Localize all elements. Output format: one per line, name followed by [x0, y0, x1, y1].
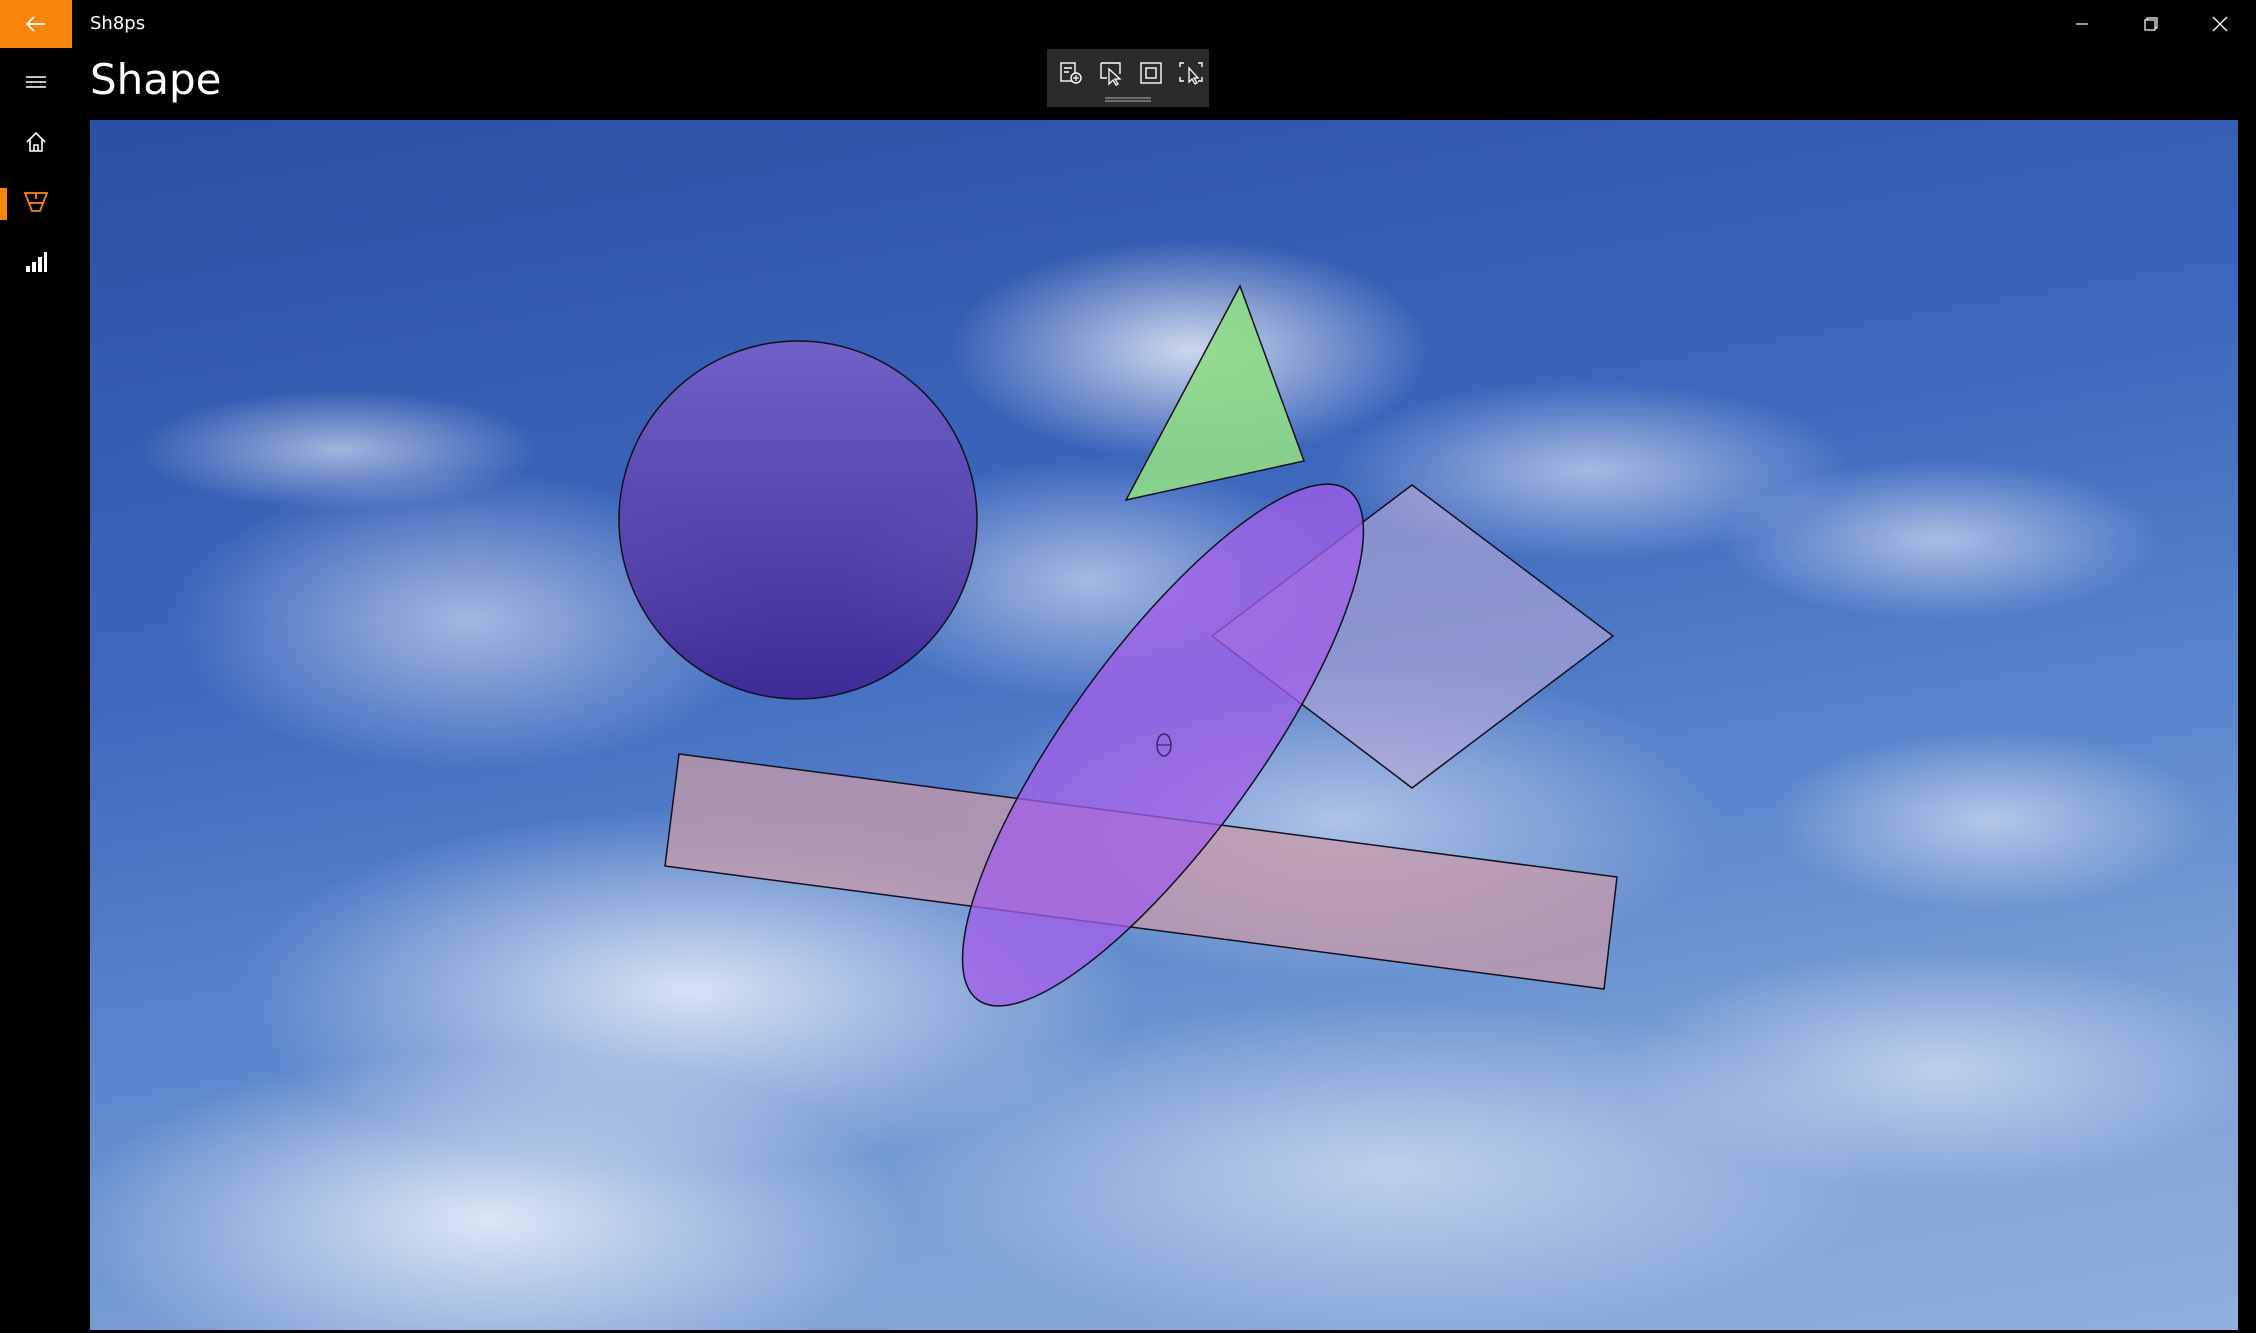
active-indicator — [0, 188, 7, 220]
title-bar: Sh8ps — [0, 0, 2256, 48]
restore-button[interactable] — [2116, 0, 2185, 48]
drawing-canvas[interactable] — [90, 120, 2238, 1330]
nav-item-stats[interactable] — [0, 232, 72, 292]
shapes-icon — [23, 192, 49, 212]
shape-toolbar — [1047, 49, 1209, 107]
nav-item-shapes[interactable] — [0, 172, 72, 232]
restore-icon — [2143, 17, 2158, 31]
close-button[interactable] — [2185, 0, 2254, 48]
select-tool-button[interactable] — [1093, 55, 1129, 91]
multi-select-icon — [1179, 62, 1203, 85]
circle-shape[interactable] — [618, 340, 978, 700]
page-title: Shape — [90, 55, 222, 104]
canvas-svg — [90, 240, 2238, 1330]
back-button[interactable] — [0, 0, 72, 48]
frame-tool-button[interactable] — [1133, 55, 1169, 91]
square-frame-icon — [1140, 62, 1162, 84]
hamburger-menu-button[interactable] — [0, 52, 72, 112]
minimize-icon — [2075, 23, 2088, 25]
add-shape-button[interactable] — [1053, 55, 1089, 91]
hamburger-icon — [26, 76, 46, 88]
multi-select-button[interactable] — [1173, 55, 1209, 91]
toolbar-drag-handle[interactable] — [1105, 97, 1151, 102]
add-shape-icon — [1060, 62, 1082, 84]
app-title: Sh8ps — [90, 13, 146, 34]
home-icon — [26, 131, 46, 152]
navigation-pane — [0, 48, 72, 1333]
select-icon — [1100, 62, 1122, 86]
close-icon — [2212, 16, 2227, 32]
nav-item-home[interactable] — [0, 112, 72, 172]
minimize-button[interactable] — [2047, 0, 2116, 48]
back-arrow-icon — [25, 16, 45, 32]
bar-chart-icon — [26, 252, 47, 272]
